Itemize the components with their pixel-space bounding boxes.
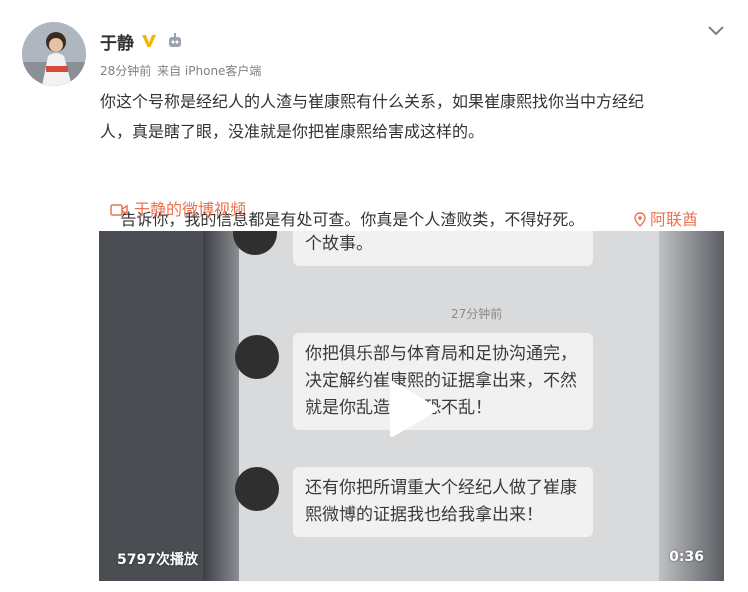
video-player[interactable]: 个故事。 27分钟前 你把俱乐部与体育局和足协沟通完，决定解约崔康熙的证据拿出来…	[99, 231, 724, 581]
post-meta: 28分钟前 来自 iPhone客户端	[100, 62, 261, 79]
chat-bubble: 你把俱乐部与体育局和足协沟通完，决定解约崔康熙的证据拿出来，不然就是你乱造！唯恐…	[293, 333, 593, 430]
play-icon[interactable]	[388, 381, 438, 437]
chevron-down-icon[interactable]	[706, 24, 726, 38]
chat-timestamp: 27分钟前	[451, 307, 503, 321]
location-pin-icon	[634, 212, 646, 227]
chat-avatar	[235, 467, 279, 511]
post-text-line1: 你这个号称是经纪人的人渣与崔康熙有什么关系，如果崔康熙找你当中方经纪	[100, 92, 645, 111]
post-time[interactable]: 28分钟前	[100, 64, 151, 78]
post-text-line2: 人，真是瞎了眼，没准就是你把崔康熙给害成这样的。	[100, 122, 485, 141]
verified-v-icon	[142, 35, 156, 47]
video-link[interactable]: 于静的微博视频	[110, 197, 246, 223]
chat-avatar	[235, 335, 279, 379]
video-camera-icon	[110, 204, 128, 216]
username[interactable]: 于静	[100, 29, 134, 54]
video-frame-edge	[203, 231, 239, 581]
user-avatar[interactable]	[22, 22, 86, 86]
robot-badge-icon	[169, 33, 181, 47]
video-frame-screen: 个故事。 27分钟前 你把俱乐部与体育局和足协沟通完，决定解约崔康熙的证据拿出来…	[233, 231, 709, 581]
video-duration: 0:36	[669, 549, 704, 565]
location-label: 阿联酋	[649, 210, 698, 229]
play-count: 5797次播放	[117, 552, 198, 568]
video-link-label: 于静的微博视频	[134, 200, 247, 219]
chat-avatar	[233, 231, 277, 255]
chat-bubble: 个故事。	[293, 231, 593, 266]
video-frame-edge	[659, 231, 724, 581]
chat-bubble: 还有你把所谓重大个经纪人做了崔康熙微博的证据我也给我拿出来！	[293, 467, 593, 537]
post-source: 来自 iPhone客户端	[157, 64, 262, 78]
